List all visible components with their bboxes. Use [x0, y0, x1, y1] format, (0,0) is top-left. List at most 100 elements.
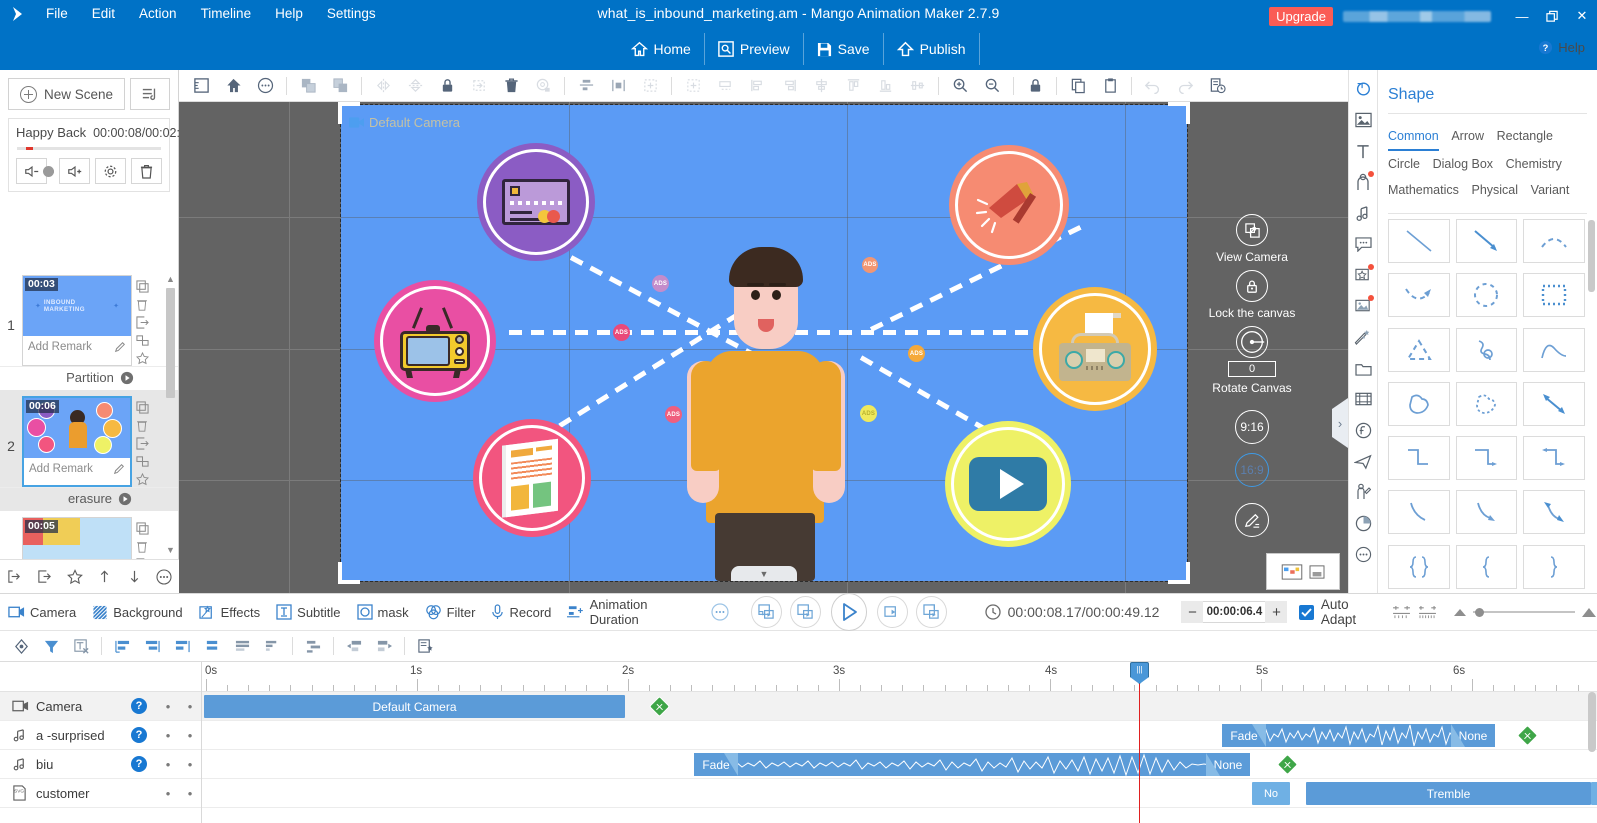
shape-line[interactable]	[1388, 219, 1450, 263]
restore-button[interactable]	[1537, 0, 1567, 32]
shape-brace-right[interactable]	[1523, 544, 1585, 589]
sticker-icon[interactable]	[1351, 263, 1375, 287]
timeline-vertical-scrollbar[interactable]	[1588, 692, 1596, 752]
camera-button[interactable]: Camera	[0, 594, 84, 630]
clip-audio-biu[interactable]: Fade None	[693, 753, 1251, 777]
scene-item-3[interactable]: 3 00:05 Add Remark	[0, 511, 178, 559]
home-icon[interactable]	[217, 71, 249, 101]
align-bottom-icon[interactable]	[869, 71, 901, 101]
duplicate-icon[interactable]	[1062, 71, 1094, 101]
align-justify-icon[interactable]	[197, 632, 227, 660]
tab-physical[interactable]: Physical	[1471, 177, 1518, 203]
align-left-icon[interactable]	[107, 632, 137, 660]
align-left-icon[interactable]	[741, 71, 773, 101]
rotate-canvas-value[interactable]: 0	[1228, 361, 1276, 377]
scroll-up-arrow[interactable]: ▲	[165, 272, 176, 286]
select-region-icon[interactable]	[634, 71, 666, 101]
send-backward-icon[interactable]	[463, 71, 495, 101]
export-scene-icon[interactable]	[135, 436, 150, 451]
shape-dashed-circle[interactable]	[1455, 273, 1518, 318]
duplicate-scene-icon[interactable]	[135, 400, 150, 415]
align-center-icon[interactable]	[137, 632, 167, 660]
track-lock-toggle[interactable]: •	[179, 728, 201, 743]
lock-canvas-icon[interactable]	[1019, 71, 1051, 101]
clip-default-camera[interactable]: Default Camera	[204, 695, 625, 718]
effects-icon[interactable]	[1351, 325, 1375, 349]
dialog-icon[interactable]	[1351, 232, 1375, 256]
shape-curve-down[interactable]	[1388, 490, 1450, 535]
track-row-customer[interactable]: No Tremble Al	[202, 779, 1597, 808]
lock-icon[interactable]	[431, 71, 463, 101]
track-lock-toggle[interactable]: •	[179, 757, 201, 772]
text-icon[interactable]	[1351, 139, 1375, 163]
scene-remark[interactable]: Add Remark	[23, 336, 131, 358]
track-lock-toggle[interactable]: •	[179, 699, 201, 714]
preview-button[interactable]: Preview	[703, 33, 803, 65]
new-scene-button[interactable]: New Scene	[8, 78, 125, 110]
shape-curve-arrow-down[interactable]	[1455, 490, 1518, 535]
background-button[interactable]: Background	[84, 594, 190, 630]
shape-grid[interactable]	[1388, 219, 1585, 593]
track-help-icon[interactable]: ?	[131, 727, 147, 743]
track-visibility-toggle[interactable]: •	[157, 757, 179, 772]
canvas-stage[interactable]: ADS ADS ADS ADS ADS ADS Default Camera ▼	[338, 102, 1190, 584]
clip-fade-in[interactable]: Fade	[1222, 724, 1266, 747]
music-icon[interactable]	[1351, 201, 1375, 225]
shape-double-arrow-diagonal[interactable]	[1523, 381, 1585, 426]
scene-transition-2[interactable]: erasure	[0, 488, 178, 511]
duration-minus-button[interactable]: −	[1181, 601, 1204, 623]
clip-anim-tremble[interactable]: Tremble	[1306, 782, 1591, 805]
bookmark-icon[interactable]	[410, 632, 440, 660]
publish-button[interactable]: Publish	[882, 33, 980, 65]
align-right-icon[interactable]	[167, 632, 197, 660]
clip-anim-no[interactable]: No	[1252, 782, 1290, 805]
canvas-minimap[interactable]	[1266, 553, 1340, 590]
timeline-zoom-slider[interactable]	[1453, 601, 1597, 623]
keyframe-marker[interactable]	[1276, 753, 1299, 776]
volume-up-button[interactable]	[59, 158, 90, 184]
image-icon[interactable]	[1351, 108, 1375, 132]
font-icon[interactable]	[1351, 418, 1375, 442]
help-button[interactable]: ? Help	[1538, 40, 1585, 55]
shape-dashed-pie[interactable]	[1455, 381, 1518, 426]
zoom-in-icon[interactable]	[944, 71, 976, 101]
radio-bubble[interactable]	[1033, 287, 1157, 411]
photo-icon[interactable]	[1351, 294, 1375, 318]
keyframe-marker[interactable]	[1516, 724, 1539, 747]
preview-scene-end-button[interactable]	[915, 596, 947, 628]
move-up-icon[interactable]	[93, 566, 115, 588]
scene-item-1[interactable]: 1 ✦ INBOUND MARKETING ✦ 00:03 Add Remark	[0, 269, 178, 367]
tab-chemistry[interactable]: Chemistry	[1506, 151, 1562, 177]
shape-circle-icon[interactable]	[1351, 77, 1375, 101]
track-visibility-toggle[interactable]: •	[157, 728, 179, 743]
timeline-ruler[interactable]: 0s 1s 2s 3s 4s 5s 6s	[202, 662, 1597, 692]
delete-scene-icon[interactable]	[135, 539, 150, 554]
scene-list[interactable]: 1 ✦ INBOUND MARKETING ✦ 00:03 Add Remark	[0, 269, 178, 559]
shape-arrow-line[interactable]	[1455, 219, 1518, 263]
tab-variant[interactable]: Variant	[1531, 177, 1570, 203]
redo-icon[interactable]	[1169, 71, 1201, 101]
folder-icon[interactable]	[1351, 356, 1375, 380]
shape-double-curve-arrow[interactable]	[1523, 490, 1585, 535]
import-scene-icon[interactable]	[4, 566, 26, 588]
clip-fade-out[interactable]: None	[1451, 724, 1495, 747]
close-button[interactable]: ✕	[1567, 0, 1597, 32]
credit-card-bubble[interactable]	[477, 143, 595, 261]
clip-fade-in[interactable]: Fade	[694, 753, 738, 776]
shape-brace-both[interactable]	[1388, 544, 1450, 589]
history-icon[interactable]	[1201, 71, 1233, 101]
megaphone-bubble[interactable]	[949, 145, 1069, 265]
playhead[interactable]	[1130, 662, 1149, 823]
paste-icon[interactable]	[324, 71, 356, 101]
character-illustration[interactable]	[671, 243, 861, 581]
upgrade-button[interactable]: Upgrade	[1269, 6, 1333, 26]
video-player-bubble[interactable]	[945, 421, 1071, 547]
shape-scribble[interactable]	[1455, 327, 1518, 372]
preview-prev-button[interactable]	[789, 596, 821, 628]
ruler-icon[interactable]	[185, 71, 217, 101]
music-settings-button[interactable]	[95, 158, 126, 184]
home-button[interactable]: Home	[618, 33, 704, 65]
music-delete-button[interactable]	[131, 158, 162, 184]
flip-vertical-icon[interactable]	[399, 71, 431, 101]
timeline-tracks[interactable]: 0s 1s 2s 3s 4s 5s 6s Default Camera Fade	[202, 662, 1597, 823]
